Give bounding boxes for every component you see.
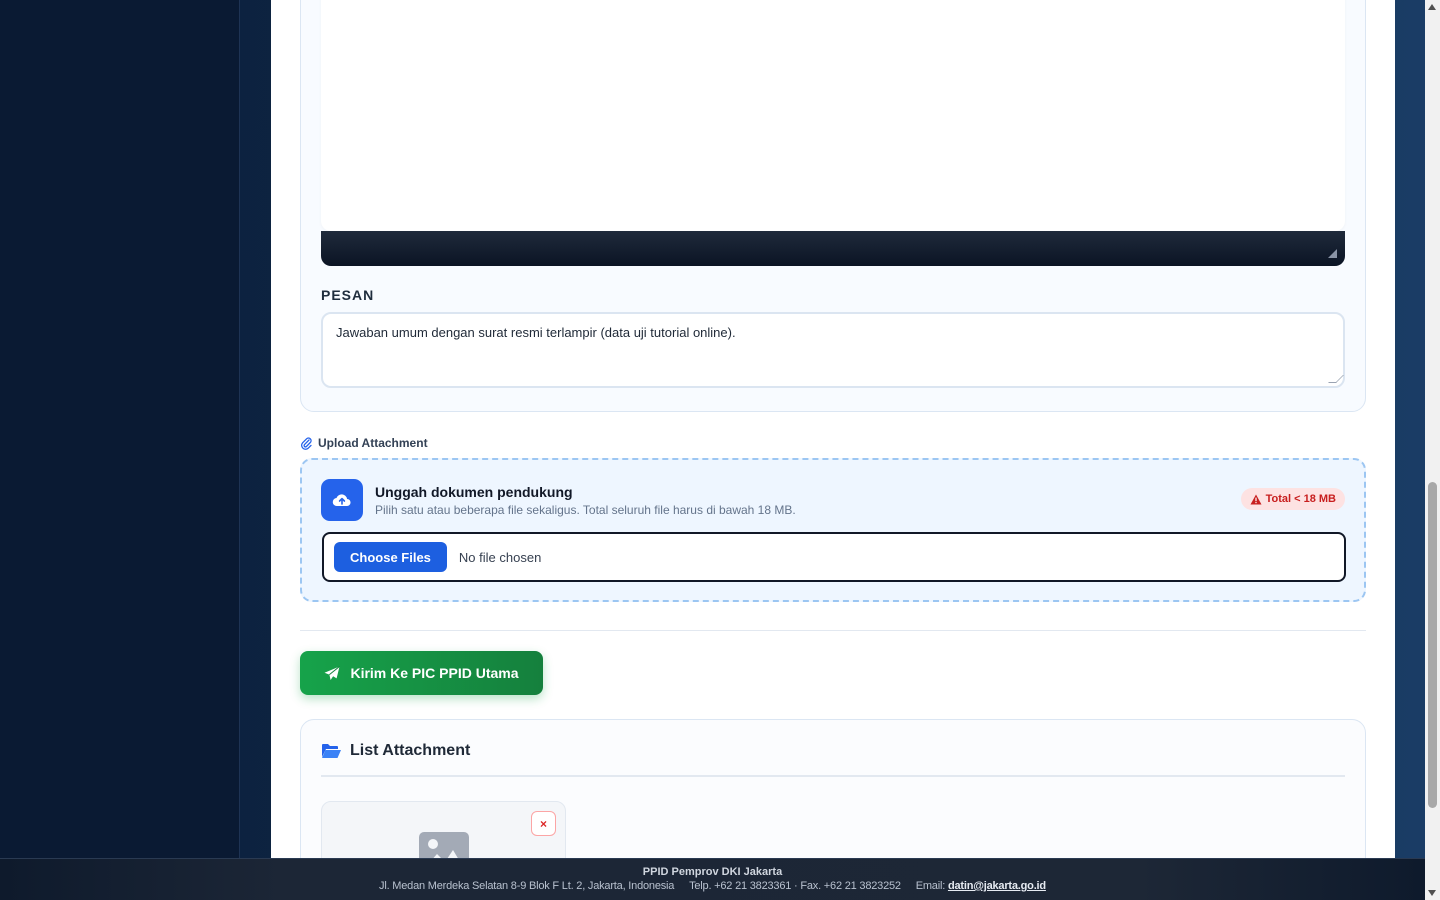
page-scrollbar[interactable] xyxy=(1425,0,1440,900)
folder-open-icon xyxy=(322,744,341,758)
pesan-textarea[interactable]: Jawaban umum dengan surat resmi terlampi… xyxy=(321,312,1345,388)
pesan-label: PESAN xyxy=(321,287,375,303)
send-button-label: Kirim Ke PIC PPID Utama xyxy=(350,665,519,681)
textarea-resize-icon[interactable] xyxy=(1328,375,1344,383)
footer-org: PPID Pemprov DKI Jakarta xyxy=(642,866,783,878)
section-divider xyxy=(300,630,1366,631)
footer-email-link[interactable]: datin@jakarta.go.id xyxy=(948,880,1046,892)
cloud-upload-icon xyxy=(321,479,363,521)
main-content: PESAN Jawaban umum dengan surat resmi te… xyxy=(271,0,1395,858)
warning-icon xyxy=(1250,494,1262,504)
image-placeholder-icon xyxy=(419,832,469,858)
paperclip-icon xyxy=(301,437,312,450)
pesan-text: Jawaban umum dengan surat resmi terlampi… xyxy=(336,325,736,340)
size-limit-text: Total < 18 MB xyxy=(1265,493,1336,505)
editor-status-bar xyxy=(321,231,1345,266)
upload-heading: Unggah dokumen pendukung xyxy=(375,484,573,500)
footer: PPID Pemprov DKI Jakarta Jl. Medan Merde… xyxy=(0,858,1425,900)
file-status: No file chosen xyxy=(458,549,542,565)
list-title-text: List Attachment xyxy=(350,742,471,759)
upload-subtext: Pilih satu atau beberapa file sekaligus.… xyxy=(375,503,796,517)
size-limit-badge: Total < 18 MB xyxy=(1240,488,1345,510)
attachment-list-card: List Attachment × xyxy=(300,719,1366,858)
list-divider xyxy=(321,775,1345,777)
choose-files-button[interactable]: Choose Files xyxy=(334,542,447,572)
remove-attachment-button[interactable]: × xyxy=(531,811,556,836)
footer-email-group: Email: datin@jakarta.go.id xyxy=(916,880,1046,892)
file-input[interactable]: Choose Files No file chosen xyxy=(322,532,1346,582)
scroll-up-icon[interactable] xyxy=(1428,4,1436,10)
attachment-thumbnail[interactable]: × xyxy=(321,801,566,858)
footer-address: Jl. Medan Merdeka Selatan 8-9 Blok F Lt.… xyxy=(379,880,675,892)
resize-handle-icon[interactable] xyxy=(1328,249,1337,258)
sidebar xyxy=(0,0,240,858)
scroll-thumb[interactable] xyxy=(1428,482,1437,808)
upload-dropzone[interactable]: Unggah dokumen pendukung Pilih satu atau… xyxy=(300,458,1366,602)
footer-email-label: Email: xyxy=(915,880,946,892)
reply-card: PESAN Jawaban umum dengan surat resmi te… xyxy=(300,0,1366,412)
send-to-pic-button[interactable]: Kirim Ke PIC PPID Utama xyxy=(300,651,543,695)
paper-plane-icon xyxy=(324,665,341,680)
footer-phone: Telp. +62 21 3823361 · Fax. +62 21 38232… xyxy=(689,880,901,892)
upload-section-label: Upload Attachment xyxy=(318,436,428,450)
list-title: List Attachment xyxy=(321,742,470,760)
rich-text-editor[interactable] xyxy=(321,0,1345,231)
footer-contact: Jl. Medan Merdeka Selatan 8-9 Blok F Lt.… xyxy=(0,880,1425,892)
scroll-down-icon[interactable] xyxy=(1428,890,1436,896)
upload-section-title: Upload Attachment xyxy=(300,436,428,450)
